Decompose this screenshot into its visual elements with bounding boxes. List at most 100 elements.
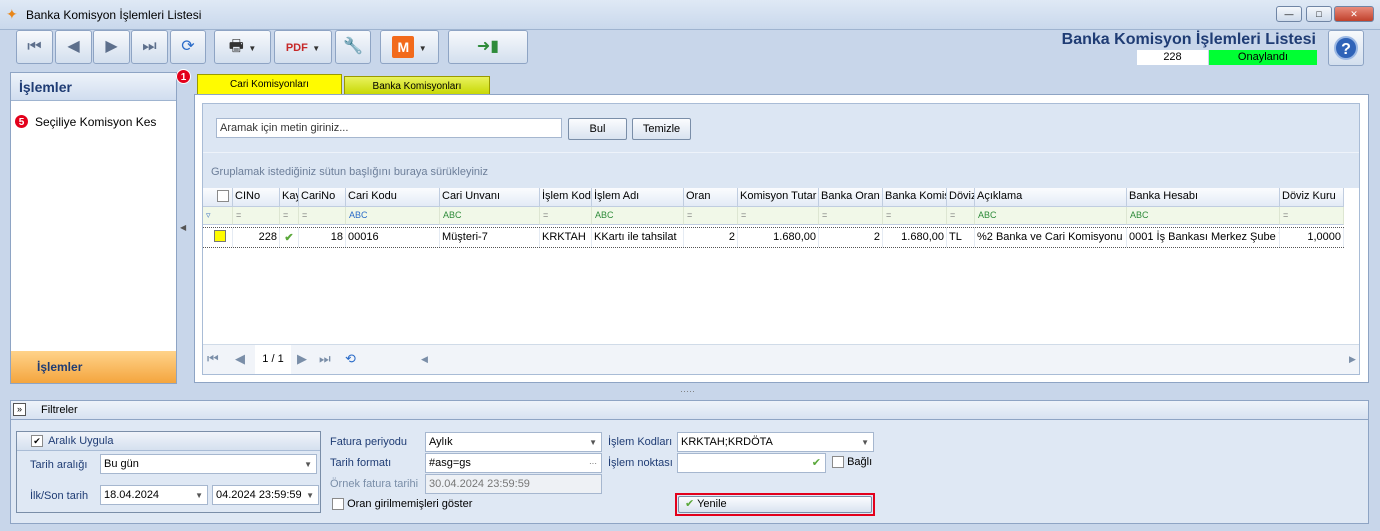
wrench-icon: 🔧 — [343, 38, 363, 55]
col-islem-adi[interactable]: İşlem Adı — [592, 188, 684, 207]
chevron-down-icon: ▼ — [861, 438, 869, 447]
select-all-header[interactable] — [203, 188, 233, 207]
fatura-periyodu-select[interactable]: Aylık ▼ — [425, 432, 602, 452]
butterfly-icon: ✦ — [6, 6, 18, 22]
tab-cari-komisyonlari[interactable]: Cari Komisyonları — [197, 74, 342, 95]
actions-panel-footer[interactable]: İşlemler — [11, 351, 176, 383]
exit-button[interactable]: ➜▮ — [448, 30, 528, 64]
next-record-button[interactable]: ▶ — [93, 30, 130, 64]
islem-kodlari-select[interactable]: KRKTAH;KRDÖTA ▼ — [677, 432, 874, 452]
exit-door-icon: ➜▮ — [476, 38, 500, 55]
filter-cari-kodu[interactable]: ABC — [346, 207, 440, 225]
next-page-icon[interactable]: ▶ — [297, 351, 307, 367]
filter-cari-unvani[interactable]: ABC — [440, 207, 540, 225]
filter-komisyon-tutar[interactable]: = — [738, 207, 819, 225]
filter-banka-komis[interactable]: = — [883, 207, 947, 225]
cell-komisyon-tutar: 1.680,00 — [738, 228, 819, 247]
ilk-tarih-input[interactable]: 18.04.2024 ▼ — [100, 485, 208, 505]
find-button[interactable]: Bul — [568, 118, 627, 140]
refresh-button[interactable]: ⟳ — [170, 30, 206, 64]
oran-row[interactable]: Oran girilmemişleri göster — [332, 498, 473, 511]
col-banka-hesabi[interactable]: Banka Hesabı — [1127, 188, 1280, 207]
filter-aciklama[interactable]: ABC — [975, 207, 1127, 225]
tarih-araligi-select[interactable]: Bu gün ▼ — [100, 454, 317, 474]
window-title: Banka Komisyon İşlemleri Listesi — [26, 8, 202, 22]
filters-header[interactable]: » Filtreler — [10, 400, 1369, 420]
oran-checkbox[interactable] — [332, 498, 344, 511]
col-doviz-kuru[interactable]: Döviz Kuru — [1280, 188, 1344, 207]
son-tarih-input[interactable]: 04.2024 23:59:59 ▼ — [212, 485, 319, 505]
scroll-right-icon[interactable]: ▶ — [1349, 354, 1356, 365]
export-pdf-button[interactable]: PDF ▼ — [274, 30, 332, 64]
bagli-checkbox[interactable] — [832, 456, 844, 469]
col-oran[interactable]: Oran — [684, 188, 738, 207]
aralik-header[interactable]: ✔ Aralık Uygula — [17, 432, 320, 451]
filter-row-icon[interactable]: ▿ — [203, 207, 233, 225]
col-cino[interactable]: CINo — [233, 188, 280, 207]
filters-title: Filtreler — [41, 404, 78, 416]
ornek-label: Örnek fatura tarihi — [330, 478, 419, 490]
prev-record-button[interactable]: ◀ — [55, 30, 92, 64]
col-aciklama[interactable]: Açıklama — [975, 188, 1127, 207]
filter-islem-kodu[interactable]: = — [540, 207, 592, 225]
col-doviz[interactable]: Döviz — [947, 188, 975, 207]
maximize-button[interactable]: □ — [1306, 6, 1332, 22]
col-kay[interactable]: Kay — [280, 188, 299, 207]
refresh-page-icon[interactable]: ⟲ — [345, 351, 356, 367]
pdf-save-icon: PDF — [285, 42, 308, 54]
status-badge: Onaylandı — [1209, 50, 1317, 65]
oran-label: Oran girilmemişleri göster — [347, 498, 473, 510]
tarih-formati-label: Tarih formatı — [330, 457, 392, 469]
first-record-button[interactable]: ⏮ — [16, 30, 53, 64]
filter-doviz[interactable]: = — [947, 207, 975, 225]
collapse-arrow-icon[interactable]: ◀ — [180, 223, 186, 232]
col-carino[interactable]: CariNo — [299, 188, 346, 207]
help-button[interactable]: ? — [1328, 30, 1364, 66]
col-banka-komis[interactable]: Banka Komis — [883, 188, 947, 207]
filter-banka-oran[interactable]: = — [819, 207, 883, 225]
aralik-checkbox[interactable]: ✔ — [31, 435, 43, 448]
collapse-filters-icon[interactable]: » — [13, 403, 26, 416]
col-cari-unvani[interactable]: Cari Unvanı — [440, 188, 540, 207]
filter-oran[interactable]: = — [684, 207, 738, 225]
close-button[interactable]: ✕ — [1334, 6, 1374, 22]
islem-noktasi-select[interactable]: ✔ — [677, 453, 826, 473]
action-item[interactable]: Seçiliye Komisyon Kes — [35, 115, 156, 129]
ellipsis-icon[interactable]: ··· — [589, 459, 597, 468]
pager: ⏮ ◀ 1 / 1 ▶ ⏭ ⟲ ◀ ▶ — [203, 344, 1359, 374]
cell-islem-adi: KKartı ile tahsilat — [592, 228, 684, 247]
minimize-button[interactable]: — — [1276, 6, 1302, 22]
first-page-icon[interactable]: ⏮ — [207, 351, 219, 367]
prev-page-icon[interactable]: ◀ — [235, 351, 245, 367]
filter-carino[interactable]: = — [299, 207, 346, 225]
actions-panel: İşlemler Seçiliye Komisyon Kes İşlemler — [10, 72, 177, 384]
print-button[interactable]: 🖶 ▼ — [214, 30, 271, 64]
filter-cino[interactable]: = — [233, 207, 280, 225]
scroll-left-icon[interactable]: ◀ — [421, 354, 428, 365]
row-select[interactable] — [211, 228, 233, 247]
tarih-formati-input[interactable]: #asg=gs ··· — [425, 453, 602, 473]
bagli-label: Bağlı — [847, 456, 873, 468]
splitter-handle[interactable]: ····· — [680, 386, 695, 396]
cell-banka-komis: 1.680,00 — [883, 228, 947, 247]
last-page-icon[interactable]: ⏭ — [319, 351, 331, 367]
filter-kay[interactable]: = — [280, 207, 299, 225]
col-islem-kodu[interactable]: İşlem Kodı — [540, 188, 592, 207]
filter-banka-hesabi[interactable]: ABC — [1127, 207, 1280, 225]
fatura-periyodu-value: Aylık — [429, 436, 453, 448]
col-cari-kodu[interactable]: Cari Kodu — [346, 188, 440, 207]
last-record-button[interactable]: ⏭ — [131, 30, 168, 64]
clear-button[interactable]: Temizle — [632, 118, 691, 140]
filter-doviz-kuru[interactable]: = — [1280, 207, 1344, 225]
row-checkbox[interactable] — [214, 230, 226, 242]
select-all-checkbox[interactable] — [217, 190, 229, 202]
m-menu-button[interactable]: M ▼ — [380, 30, 439, 64]
col-banka-oran[interactable]: Banka Oran — [819, 188, 883, 207]
settings-button[interactable]: 🔧 — [335, 30, 371, 64]
tab-banka-komisyonlari[interactable]: Banka Komisyonları — [344, 76, 490, 95]
col-komisyon-tutar[interactable]: Komisyon Tutar — [738, 188, 819, 207]
bagli-row[interactable]: Bağlı — [832, 456, 873, 469]
yenile-button[interactable]: ✔ Yenile — [678, 496, 872, 513]
filter-islem-adi[interactable]: ABC — [592, 207, 684, 225]
search-input[interactable]: Aramak için metin giriniz... — [216, 118, 562, 138]
